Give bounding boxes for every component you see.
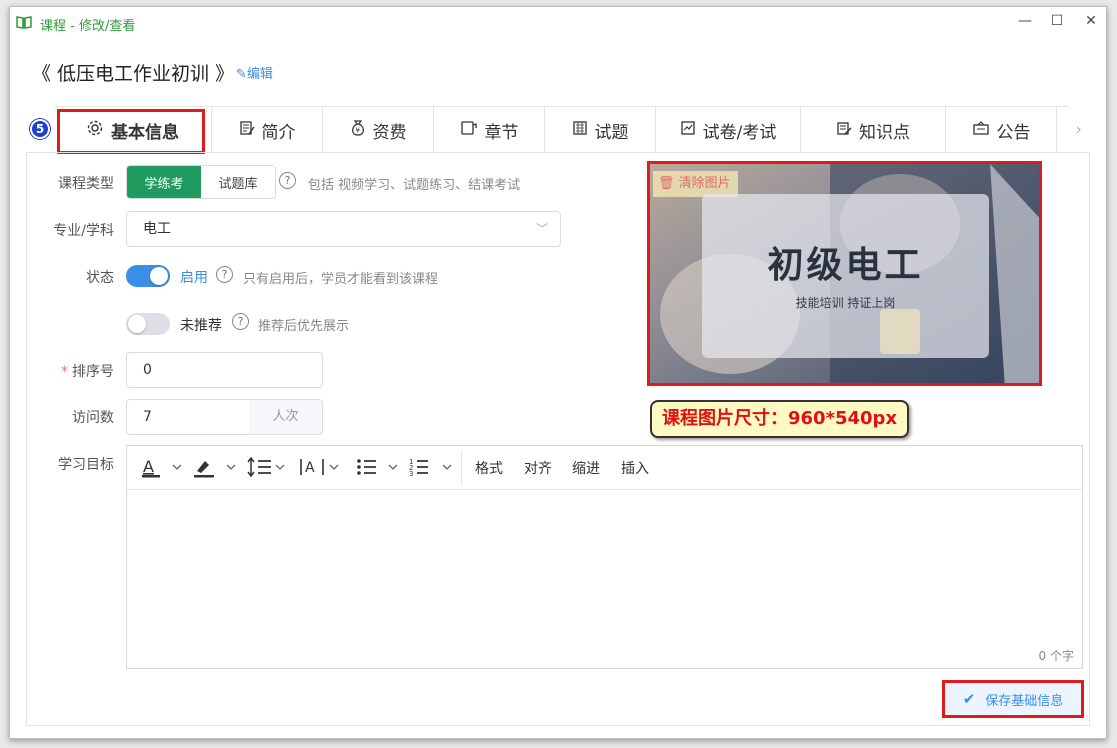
enabled-toggle[interactable] xyxy=(126,265,170,287)
pencil-icon: ✎ xyxy=(236,67,247,82)
save-basic-info-button[interactable]: ✔ 保存基础信息 xyxy=(942,680,1084,718)
svg-text:3: 3 xyxy=(409,470,413,478)
major-select[interactable]: 电工 ﹀ xyxy=(126,211,561,247)
chevron-right-icon[interactable]: › xyxy=(1076,122,1082,138)
enabled-text: 启用 xyxy=(180,270,208,286)
sort-label: * 排序号 xyxy=(28,361,114,381)
question-bank-icon xyxy=(572,120,588,141)
tab-label: 试卷/考试 xyxy=(702,122,777,143)
recommend-text: 未推荐 xyxy=(180,318,222,334)
trash-icon: 🗑 xyxy=(658,176,675,191)
required-mark: * xyxy=(61,364,68,380)
sort-label-text: 排序号 xyxy=(72,364,114,380)
status-label: 状态 xyxy=(86,270,114,286)
book-icon xyxy=(16,14,32,29)
major-label: 专业/学科 xyxy=(53,223,114,239)
letter-spacing-icon[interactable]: A xyxy=(299,455,343,483)
font-color-icon[interactable]: A xyxy=(141,455,187,483)
sort-input[interactable]: 0 xyxy=(126,352,323,388)
editor-toolbar: A A 123 格式 对齐 缩进 插入 xyxy=(127,446,1082,490)
tab-label: 知识点 xyxy=(859,122,910,143)
money-bag-icon: ¥ xyxy=(350,119,366,142)
svg-text:¥: ¥ xyxy=(355,126,360,134)
edit-link-label: 编辑 xyxy=(246,67,273,82)
notice-icon xyxy=(972,120,990,141)
line-height-icon[interactable] xyxy=(247,455,291,483)
format-menu[interactable]: 格式 xyxy=(475,458,503,478)
chapter-icon xyxy=(460,120,478,141)
minimize-icon[interactable]: — xyxy=(1014,10,1036,32)
help-icon[interactable]: ? xyxy=(279,172,296,189)
course-type-label: 课程类型 xyxy=(58,176,114,192)
goal-label: 学习目标 xyxy=(58,457,114,473)
edit-title-link[interactable]: ✎编辑 xyxy=(236,63,273,82)
help-icon[interactable]: ? xyxy=(232,313,249,330)
tab-announcements[interactable]: 公告 xyxy=(946,107,1057,153)
recommend-hint: 推荐后优先展示 xyxy=(258,319,350,334)
clear-image-label: 清除图片 xyxy=(678,176,731,191)
image-size-note: 课程图片尺寸：960*540px xyxy=(650,400,910,438)
active-tab-highlight xyxy=(57,109,205,154)
document-edit-icon xyxy=(239,120,255,141)
recommend-toggle[interactable] xyxy=(126,313,170,335)
maximize-icon[interactable]: ☐ xyxy=(1046,10,1068,32)
indent-menu[interactable]: 缩进 xyxy=(572,458,600,478)
course-type-hint: 包括 视频学习、试题练习、结课考试 xyxy=(308,178,521,193)
exam-icon xyxy=(680,120,696,141)
bullet-list-icon[interactable] xyxy=(355,455,403,483)
tab-exams[interactable]: 试卷/考试 xyxy=(656,107,801,153)
editor-content-area[interactable] xyxy=(127,491,1082,651)
image-title-text: 初级电工 xyxy=(767,245,924,286)
word-count: 0 个字 xyxy=(1038,649,1074,663)
enabled-hint: 只有启用后，学员才能看到该课程 xyxy=(243,272,439,287)
insert-menu[interactable]: 插入 xyxy=(621,458,649,478)
course-edit-window: 课程 - 修改/查看 — ☐ ✕ 《 低压电工作业初训 》 ✎编辑 5 基本信息… xyxy=(9,6,1107,739)
tab-intro[interactable]: 简介 xyxy=(212,107,323,153)
tab-chapters[interactable]: 章节 xyxy=(434,107,545,153)
title-bar: 课程 - 修改/查看 — ☐ ✕ xyxy=(10,7,1106,39)
help-icon[interactable]: ? xyxy=(216,266,233,283)
toggle-knob xyxy=(128,315,146,333)
tab-label: 公告 xyxy=(996,122,1031,143)
image-overlay-card: 初级电工 技能培训 持证上岗 xyxy=(702,194,989,358)
visits-input[interactable]: 7 xyxy=(126,399,250,435)
highlight-icon[interactable] xyxy=(193,455,241,483)
goal-rich-editor: A A 123 格式 对齐 缩进 插入 0 个字 xyxy=(126,445,1083,669)
image-subtitle-text: 技能培训 持证上岗 xyxy=(795,296,896,310)
check-icon: ✔ xyxy=(962,690,976,708)
close-icon[interactable]: ✕ xyxy=(1080,10,1102,32)
course-type-option-practice[interactable]: 学练考 xyxy=(127,166,201,198)
align-menu[interactable]: 对齐 xyxy=(524,458,552,478)
course-title: 《 低压电工作业初训 》 xyxy=(32,63,235,85)
visits-label: 访问数 xyxy=(72,410,114,426)
tab-label: 试题 xyxy=(594,122,629,143)
tab-label: 章节 xyxy=(484,122,519,143)
step-badge: 5 xyxy=(30,119,50,139)
tab-knowledge-points[interactable]: 知识点 xyxy=(801,107,946,153)
tab-bar: 基本信息 简介 ¥ 资费 章节 试题 试卷/考试 知识点 公告 xyxy=(54,106,1068,153)
save-button-label: 保存基础信息 xyxy=(985,693,1064,709)
svg-text:A: A xyxy=(143,457,154,476)
visits-unit: 人次 xyxy=(249,399,323,435)
major-value: 电工 xyxy=(143,221,171,237)
svg-text:A: A xyxy=(305,460,315,476)
tab-fees[interactable]: ¥ 资费 xyxy=(323,107,434,153)
chevron-down-icon: ﹀ xyxy=(535,222,548,236)
numbered-list-icon[interactable]: 123 xyxy=(409,455,457,483)
course-image[interactable]: 🗑 清除图片 初级电工 技能培训 持证上岗 xyxy=(647,161,1042,386)
tab-label: 简介 xyxy=(261,122,296,143)
course-type-option-question-bank[interactable]: 试题库 xyxy=(201,166,275,198)
tab-label: 资费 xyxy=(372,122,407,143)
knowledge-icon xyxy=(836,120,852,141)
toolbar-divider xyxy=(461,450,462,486)
toggle-knob xyxy=(150,267,168,285)
course-type-segmented: 学练考 试题库 xyxy=(126,165,276,199)
window-title: 课程 - 修改/查看 xyxy=(40,19,136,34)
tab-questions[interactable]: 试题 xyxy=(545,107,656,153)
